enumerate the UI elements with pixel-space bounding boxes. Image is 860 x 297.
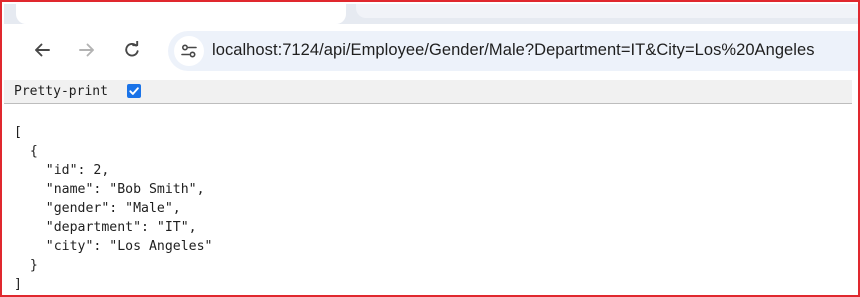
- address-bar[interactable]: localhost:7124/api/Employee/Gender/Male?…: [168, 31, 858, 71]
- screenshot-frame: localhost:7124/api/Employee/Gender/Male?…: [0, 0, 860, 297]
- arrow-left-icon: [35, 43, 50, 57]
- back-button[interactable]: [26, 36, 58, 64]
- url-text[interactable]: localhost:7124/api/Employee/Gender/Male?…: [212, 41, 815, 60]
- active-tab[interactable]: [16, 4, 346, 24]
- pretty-print-bar: Pretty-print: [4, 80, 852, 104]
- inactive-tab-area[interactable]: [356, 4, 858, 18]
- json-response: [ { "id": 2, "name": "Bob Smith", "gende…: [14, 125, 213, 292]
- reload-button[interactable]: [116, 36, 148, 64]
- forward-button[interactable]: [71, 36, 103, 64]
- pretty-print-checkbox[interactable]: [127, 84, 141, 98]
- reload-icon: [125, 41, 139, 57]
- tab-strip: [4, 4, 858, 24]
- pretty-print-label: Pretty-print: [14, 84, 108, 99]
- browser-toolbar: localhost:7124/api/Employee/Gender/Male?…: [4, 24, 858, 78]
- arrow-right-icon: [79, 43, 94, 57]
- tune-icon: [181, 44, 197, 58]
- site-info-button[interactable]: [174, 36, 204, 66]
- checkmark-icon: [129, 87, 139, 95]
